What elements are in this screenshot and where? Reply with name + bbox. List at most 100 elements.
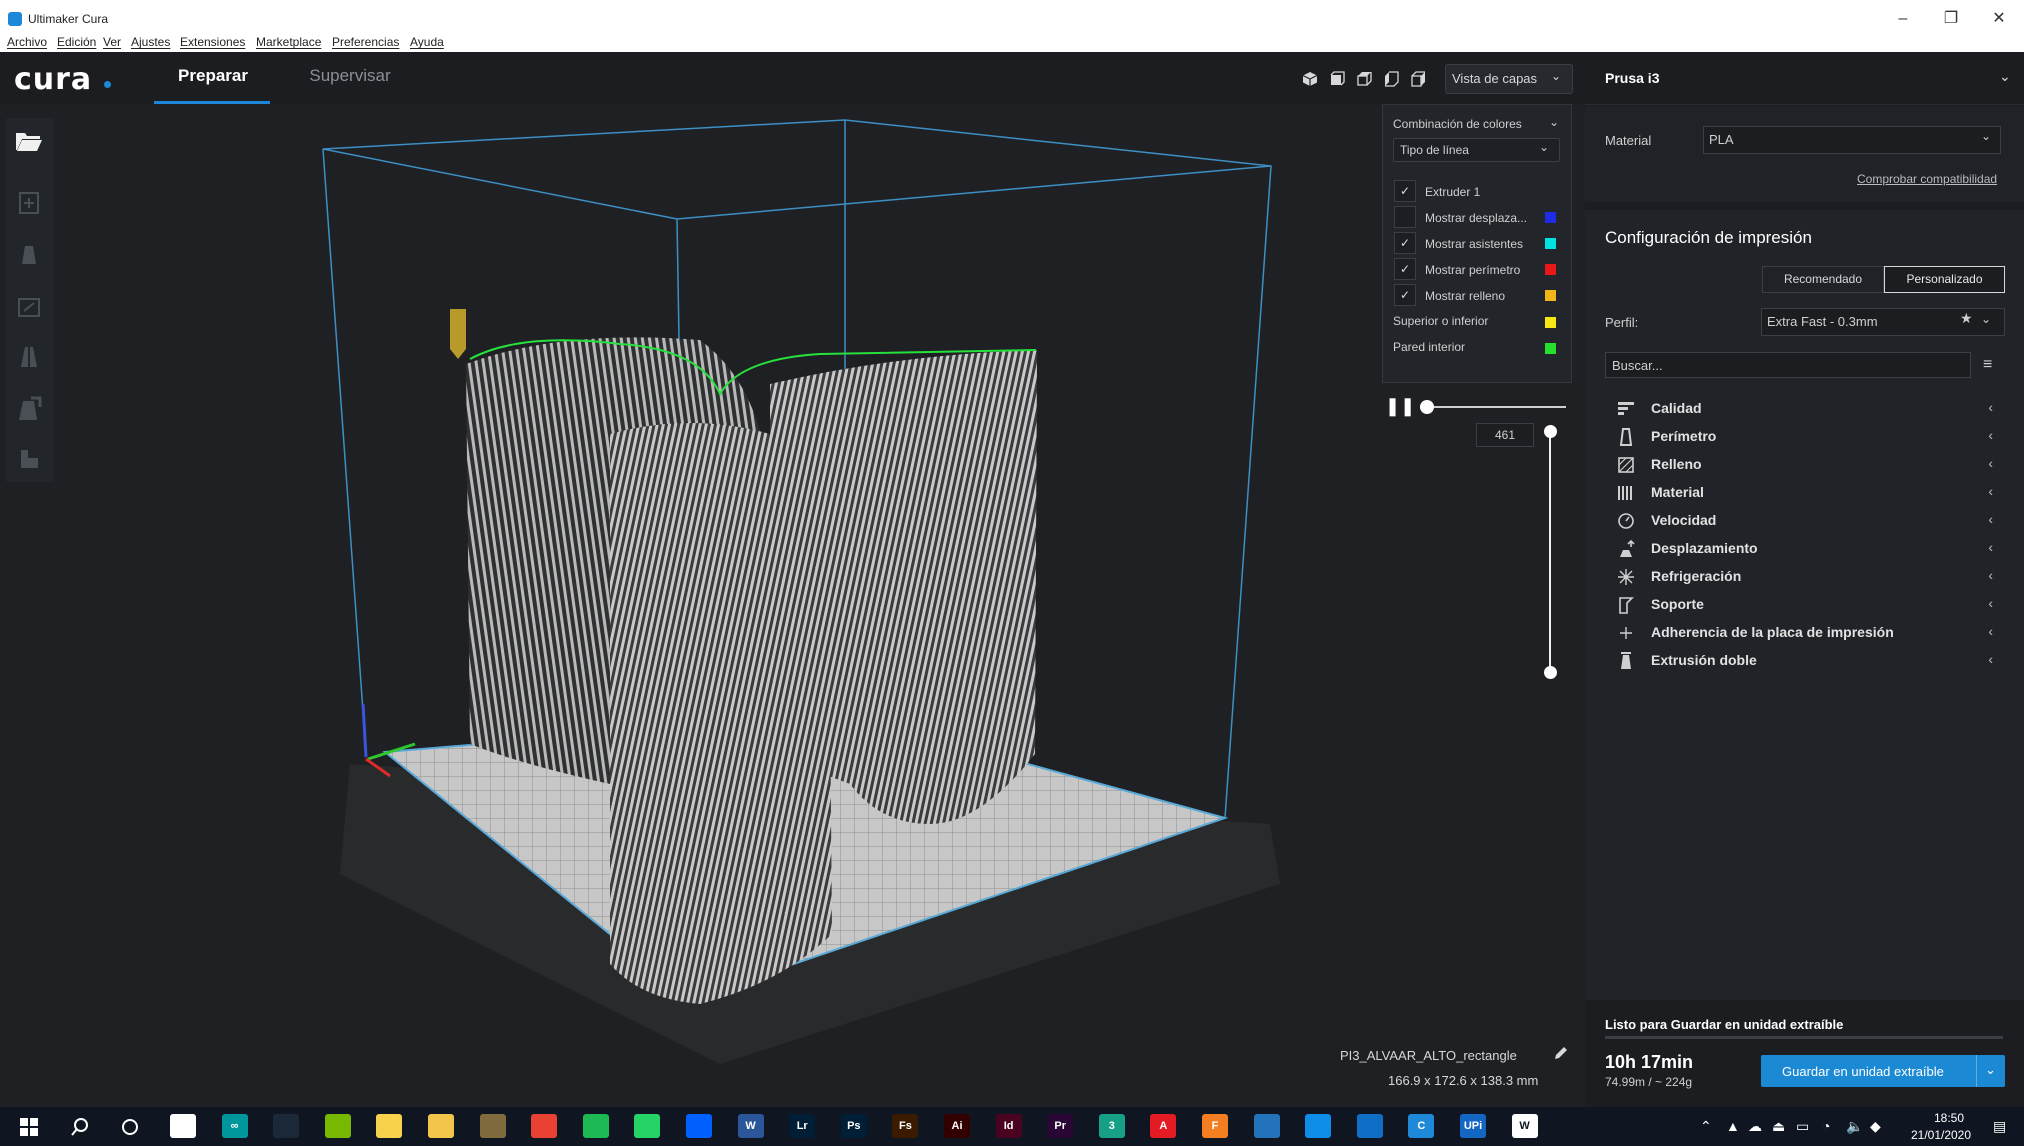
tray-usb-icon[interactable]: ⏏ [1772, 1118, 1785, 1135]
teamviewer-app-icon[interactable] [1305, 1114, 1332, 1138]
current-layer-number[interactable]: 461 [1476, 423, 1534, 447]
upi-app-icon[interactable]: UPi [1460, 1114, 1486, 1138]
hamburger-menu-icon[interactable]: ≡ [1983, 356, 1992, 374]
3d-view-icon[interactable] [1302, 71, 1318, 87]
settings-search-input[interactable] [1605, 352, 1971, 378]
network-app-icon[interactable] [1253, 1114, 1280, 1138]
tray-drive-icon[interactable]: ▲ [1726, 1118, 1740, 1134]
check-compatibility-link[interactable]: Comprobar compatibilidad [1857, 172, 1997, 186]
category-label: Adherencia de la placa de impresión [1651, 624, 1894, 640]
category-travel[interactable]: Desplazamiento ‹ [1605, 536, 2003, 562]
menu-marketplace[interactable]: Marketplace [256, 35, 321, 49]
clock-time[interactable]: 18:50 [1919, 1111, 1979, 1125]
show-helpers-checkbox[interactable]: ✓ [1394, 232, 1416, 254]
tray-cloud-icon[interactable]: ☁ [1748, 1118, 1762, 1135]
custom-mode-button[interactable]: Personalizado [1884, 266, 2005, 293]
star-icon[interactable]: ★ [1960, 310, 1973, 327]
tray-wifi-icon[interactable]: ◔ [1822, 1118, 1830, 1134]
layer-path-slider-track[interactable] [1420, 406, 1566, 408]
category-shell[interactable]: Perímetro ‹ [1605, 424, 2003, 450]
restore-button[interactable]: ❐ [1928, 6, 1974, 32]
nvidia-app-icon[interactable] [324, 1114, 351, 1138]
layer-slider-track[interactable] [1549, 432, 1551, 672]
file-explorer-app-icon[interactable] [428, 1114, 454, 1138]
menu-edicion[interactable]: Edición [57, 35, 96, 49]
extruder-1-checkbox[interactable]: ✓ [1394, 180, 1416, 202]
cura-logo: cura [14, 62, 93, 97]
chrome-app-icon[interactable] [531, 1114, 558, 1138]
store-app-icon[interactable] [479, 1114, 506, 1138]
sticky-notes-app-icon[interactable] [376, 1114, 403, 1138]
material-select[interactable] [1703, 126, 2001, 154]
category-quality[interactable]: Calidad ‹ [1605, 396, 2003, 422]
pencil-icon[interactable] [1553, 1045, 1569, 1061]
category-cooling[interactable]: Refrigeración ‹ [1605, 564, 2003, 590]
3d-viewport[interactable] [0, 104, 1585, 1107]
tray-volume-icon[interactable]: 🔈 [1846, 1118, 1863, 1135]
premiere-app-icon[interactable]: Pr [1047, 1114, 1074, 1138]
category-speed[interactable]: Velocidad ‹ [1605, 508, 2003, 534]
cortana-icon[interactable] [120, 1117, 140, 1137]
spotify-app-icon[interactable] [582, 1114, 609, 1138]
menu-archivo[interactable]: Archivo [7, 35, 47, 49]
recommended-mode-button[interactable]: Recomendado [1762, 266, 1884, 293]
whatsapp-app-icon[interactable] [634, 1114, 661, 1138]
fusion-app-icon[interactable]: F [1202, 1114, 1228, 1138]
notifications-icon[interactable]: ▤ [1993, 1118, 2006, 1135]
web-app-icon[interactable]: W [1511, 1114, 1538, 1138]
pause-icon[interactable]: ❚❚ [1385, 396, 1415, 418]
profile-label: Perfil: [1605, 315, 1639, 330]
layer-slider-top-handle[interactable] [1544, 425, 1557, 438]
chevron-down-icon[interactable]: ⌄ [1999, 68, 2011, 85]
tray-battery-icon[interactable]: ▭ [1796, 1118, 1809, 1135]
chevron-left-icon: ‹ [1988, 623, 1993, 639]
category-adhesion[interactable]: Adherencia de la placa de impresión ‹ [1605, 620, 2003, 646]
print-time[interactable]: 10h 17min [1605, 1052, 1693, 1073]
tab-supervisar[interactable]: Supervisar [280, 66, 420, 102]
photoshop-app-icon[interactable]: Ps [840, 1114, 867, 1138]
tab-preparar[interactable]: Preparar [156, 66, 270, 102]
menu-preferencias[interactable]: Preferencias [332, 35, 399, 49]
minimize-button[interactable]: – [1880, 6, 1926, 32]
fuse-app-icon[interactable]: Fs [892, 1114, 919, 1138]
category-infill[interactable]: Relleno ‹ [1605, 452, 2003, 478]
top-view-icon[interactable] [1356, 71, 1372, 87]
menu-ver[interactable]: Ver [103, 35, 121, 49]
right-view-icon[interactable] [1410, 71, 1426, 87]
windows-start-icon[interactable] [20, 1118, 38, 1136]
layer-slider-bottom-handle[interactable] [1544, 666, 1557, 679]
show-shell-checkbox[interactable]: ✓ [1394, 258, 1416, 280]
menu-extensiones[interactable]: Extensiones [180, 35, 245, 49]
left-view-icon[interactable] [1383, 71, 1399, 87]
3dsmax-app-icon[interactable]: 3 [1098, 1114, 1125, 1138]
chevron-down-icon[interactable]: ⌄ [1985, 1062, 1996, 1078]
layer-path-slider-handle[interactable] [1420, 400, 1434, 414]
autocad-app-icon[interactable]: A [1150, 1114, 1177, 1138]
category-dual-extrusion[interactable]: Extrusión doble ‹ [1605, 648, 2003, 674]
chevron-down-icon[interactable]: ⌄ [1549, 115, 1559, 129]
search-icon[interactable] [70, 1117, 90, 1137]
dropbox-app-icon[interactable] [686, 1114, 712, 1138]
close-button[interactable]: ✕ [1976, 6, 2022, 32]
tray-dropbox-icon[interactable]: ◆ [1870, 1118, 1881, 1135]
clock-date[interactable]: 21/01/2020 [1901, 1128, 1981, 1142]
front-view-icon[interactable] [1329, 71, 1345, 87]
menu-ajustes[interactable]: Ajustes [131, 35, 170, 49]
lightroom-app-icon[interactable]: Lr [789, 1114, 816, 1138]
illustrator-app-icon[interactable]: Ai [944, 1114, 970, 1138]
arduino-app-icon[interactable]: ∞ [221, 1114, 248, 1138]
word-app-icon[interactable]: W [737, 1114, 764, 1138]
cura-app-icon[interactable]: C [1408, 1114, 1435, 1138]
tray-overflow-icon[interactable]: ⌃ [1700, 1118, 1712, 1135]
category-material[interactable]: Material ‹ [1605, 480, 2003, 506]
chevron-left-icon: ‹ [1988, 511, 1993, 527]
indesign-app-icon[interactable]: Id [995, 1114, 1022, 1138]
steam-app-icon[interactable] [273, 1114, 300, 1138]
nozzle-indicator [450, 309, 466, 349]
menu-ayuda[interactable]: Ayuda [410, 35, 444, 49]
mail-app-icon[interactable] [170, 1114, 196, 1138]
show-travel-checkbox[interactable] [1394, 206, 1416, 228]
show-infill-checkbox[interactable]: ✓ [1394, 284, 1416, 306]
filter-app-icon[interactable] [1356, 1114, 1383, 1138]
category-support[interactable]: Soporte ‹ [1605, 592, 2003, 618]
